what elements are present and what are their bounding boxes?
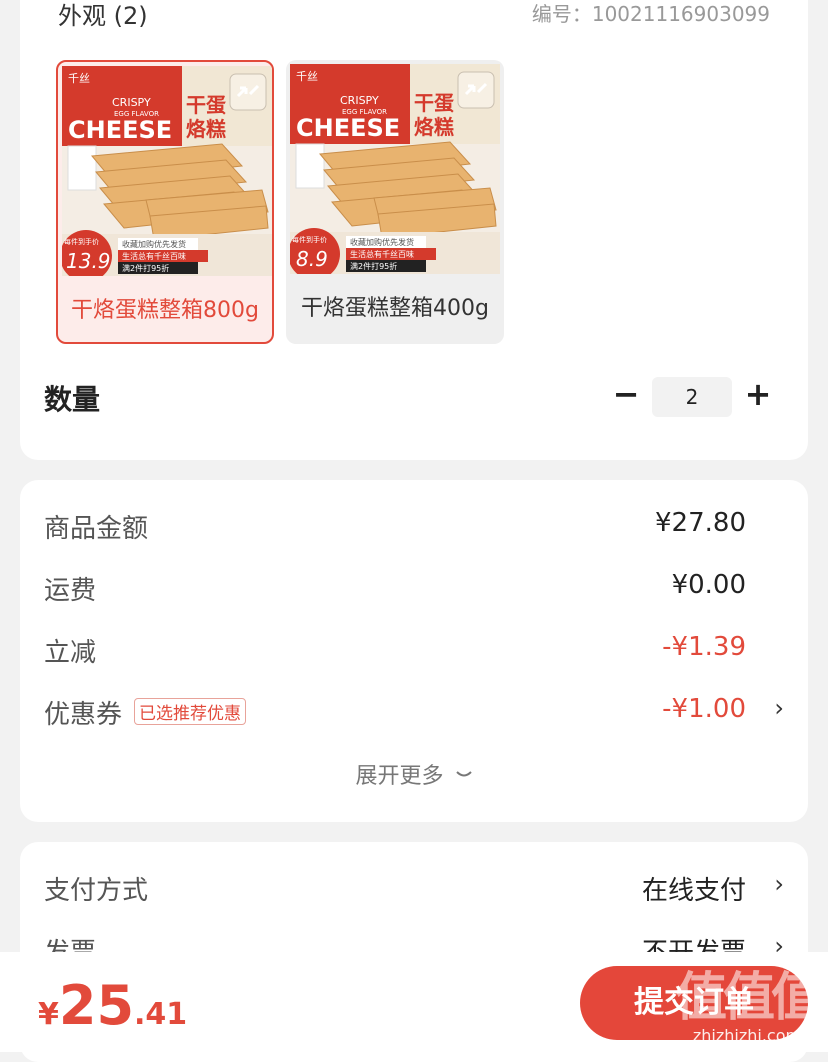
variant-header: 外观 (2) 编号：10021116903099 xyxy=(58,0,770,32)
plus-icon[interactable]: + xyxy=(743,378,773,410)
brand-logo: 千丝 xyxy=(296,70,318,83)
coupon-label: 优惠券 xyxy=(44,700,123,730)
svg-text:收藏加购优先发货: 收藏加购优先发货 xyxy=(122,239,186,249)
shipping-row: 运费 ¥0.00 xyxy=(44,570,784,610)
variant-label: 干烙蛋糕整箱800g xyxy=(71,298,259,323)
variant-title: 外观 (2) xyxy=(58,2,148,30)
variant-option-800g[interactable]: 千丝 CRISPY EGG FLAVOR CHEESE 干蛋 烙糕 每件到手价 … xyxy=(56,60,274,344)
expand-more-label: 展开更多 xyxy=(355,764,444,789)
product-thumbnail: 千丝 CRISPY EGG FLAVOR CHEESE 干蛋 烙糕 每件到手价 … xyxy=(290,64,500,274)
price-summary-card: 商品金额 ¥27.80 运费 ¥0.00 立减 -¥1.39 优惠券 已选推荐优惠… xyxy=(20,480,808,822)
discount-value: -¥1.39 xyxy=(662,632,746,662)
minus-icon[interactable]: − xyxy=(611,378,641,410)
svg-text:干蛋: 干蛋 xyxy=(414,91,454,115)
coupon-row[interactable]: 优惠券 已选推荐优惠 -¥1.00 › xyxy=(44,694,784,734)
quantity-stepper[interactable]: 2 xyxy=(652,377,732,417)
svg-text:烙糕: 烙糕 xyxy=(186,117,226,141)
svg-text:满2件打95折: 满2件打95折 xyxy=(350,261,397,271)
goods-amount-label: 商品金额 xyxy=(44,514,149,544)
watermark-logo: 值值值 xyxy=(674,968,823,1028)
svg-text:CHEESE: CHEESE xyxy=(68,116,172,144)
shipping-label: 运费 xyxy=(44,576,97,606)
svg-text:CRISPY: CRISPY xyxy=(340,94,379,107)
coupon-tag: 已选推荐优惠 xyxy=(134,698,247,725)
product-thumbnail: 千丝 CRISPY EGG FLAVOR CHEESE 干蛋 烙糕 每件到手价 … xyxy=(62,66,272,276)
watermark: 值值值 zhizhizhi.com xyxy=(672,968,823,1045)
goods-amount-row: 商品金额 ¥27.80 xyxy=(44,508,784,548)
badge-price: 8.9 xyxy=(296,247,328,271)
total-integer: 25 xyxy=(58,974,135,1037)
svg-text:生活总有千丝百味: 生活总有千丝百味 xyxy=(350,249,414,259)
watermark-site: zhizhizhi.com xyxy=(692,1026,802,1045)
coupon-label-wrap: 优惠券 已选推荐优惠 xyxy=(44,694,247,731)
svg-text:满2件打95折: 满2件打95折 xyxy=(122,263,169,273)
quantity-label: 数量 xyxy=(44,383,101,416)
coupon-value: -¥1.00 xyxy=(662,694,746,724)
svg-text:烙糕: 烙糕 xyxy=(414,115,454,139)
svg-text:干蛋: 干蛋 xyxy=(186,93,226,117)
svg-text:每件到手价: 每件到手价 xyxy=(292,235,327,244)
discount-label: 立减 xyxy=(44,638,97,668)
chevron-right-icon: › xyxy=(774,694,784,722)
discount-row: 立减 -¥1.39 xyxy=(44,632,784,672)
payment-method-value: 在线支付 xyxy=(641,876,746,906)
variant-option-400g[interactable]: 千丝 CRISPY EGG FLAVOR CHEESE 干蛋 烙糕 每件到手价 … xyxy=(286,60,504,344)
chevron-down-icon xyxy=(455,771,472,777)
variant-card: 外观 (2) 编号：10021116903099 千丝 CRISPY EGG F… xyxy=(20,0,808,460)
shipping-value: ¥0.00 xyxy=(671,570,746,600)
payment-method-label: 支付方式 xyxy=(44,876,149,906)
goods-amount-value: ¥27.80 xyxy=(655,508,746,538)
chevron-right-icon: › xyxy=(774,870,784,898)
total-currency: ¥ xyxy=(38,997,59,1032)
brand-logo: 千丝 xyxy=(68,72,90,85)
total-decimal: .41 xyxy=(134,997,188,1032)
variant-label: 干烙蛋糕整箱400g xyxy=(301,296,489,321)
svg-text:每件到手价: 每件到手价 xyxy=(64,237,99,246)
sku-number: 编号：10021116903099 xyxy=(531,2,770,26)
badge-price: 13.9 xyxy=(66,249,111,273)
expand-more-button[interactable]: 展开更多 xyxy=(20,758,808,790)
svg-text:生活总有千丝百味: 生活总有千丝百味 xyxy=(122,251,186,261)
payment-method-row[interactable]: 支付方式 在线支付 › xyxy=(44,870,784,910)
total-price: ¥25.41 xyxy=(38,974,187,1037)
svg-text:CRISPY: CRISPY xyxy=(112,96,151,109)
svg-text:CHEESE: CHEESE xyxy=(296,114,400,142)
svg-text:收藏加购优先发货: 收藏加购优先发货 xyxy=(350,237,414,247)
